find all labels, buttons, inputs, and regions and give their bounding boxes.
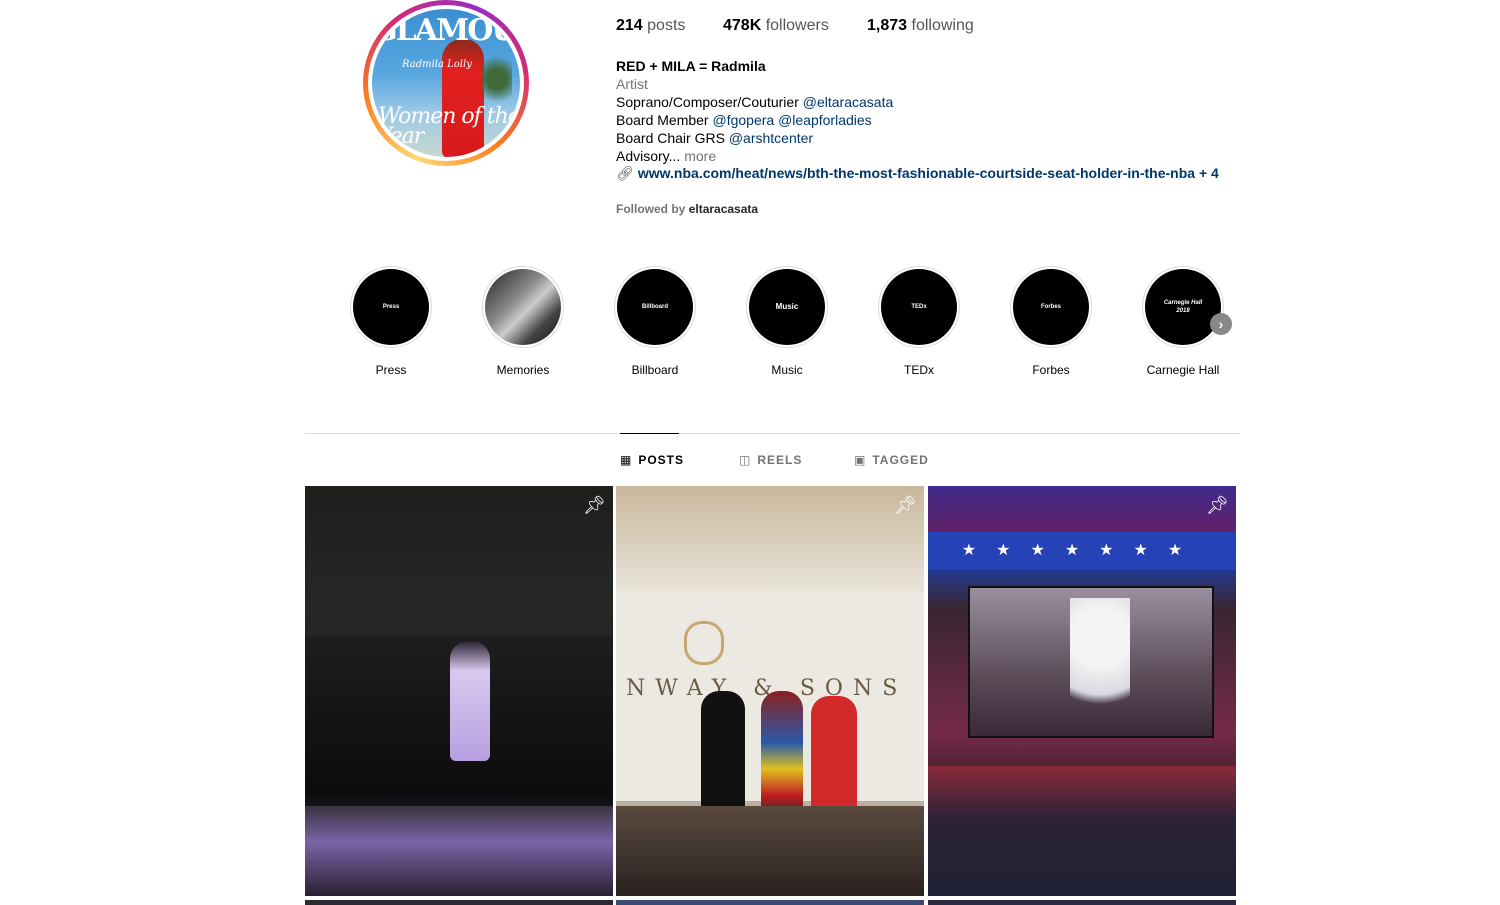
tagged-icon: ▣ bbox=[854, 453, 867, 467]
highlight-label: Memories bbox=[496, 363, 550, 377]
post-tile[interactable] bbox=[616, 900, 924, 905]
post-performer bbox=[1070, 598, 1130, 728]
highlight-ring: Carnegie Hall 2018 bbox=[1142, 266, 1224, 348]
profile-link[interactable]: 🔗︎ www.nba.com/heat/news/bth-the-most-fa… bbox=[616, 165, 1219, 182]
post-performer bbox=[701, 691, 745, 821]
bio-line-1: Soprano/Composer/Couturier @eltaracasata bbox=[616, 93, 893, 111]
profile-link-url[interactable]: www.nba.com/heat/news/bth-the-most-fashi… bbox=[638, 165, 1195, 181]
post-tile[interactable]: 📌︎ bbox=[305, 486, 613, 896]
highlight-cover: Music bbox=[749, 269, 825, 345]
followers-label: followers bbox=[765, 17, 829, 34]
bio-mention-arshtcenter[interactable]: @arshtcenter bbox=[729, 130, 813, 146]
posts-count-value: 214 bbox=[616, 17, 643, 34]
bio-mention-fgopera[interactable]: @fgopera bbox=[712, 112, 774, 128]
highlight-label: Billboard bbox=[631, 363, 679, 377]
grid-icon: ▦ bbox=[620, 453, 633, 467]
reels-icon: ◫ bbox=[739, 453, 752, 467]
post-tile[interactable]: ★★★★★★★ 📌︎ bbox=[928, 486, 1236, 896]
post-tile[interactable] bbox=[305, 900, 613, 905]
followed-by[interactable]: Followed by eltaracasata bbox=[616, 202, 758, 216]
bio-line-3: Board Chair GRS @arshtcenter bbox=[616, 129, 813, 147]
avatar-border: GLAMOUR Radmila Lolly Women of the Year bbox=[368, 5, 524, 161]
tabs-divider bbox=[305, 433, 1240, 434]
avatar[interactable]: GLAMOUR Radmila Lolly Women of the Year bbox=[372, 9, 520, 157]
highlight-ring: Music bbox=[746, 266, 828, 348]
highlight-label: TEDx bbox=[904, 363, 934, 377]
posts-count: 214 posts bbox=[616, 17, 685, 35]
tab-posts-label: POSTS bbox=[638, 453, 685, 467]
avatar-cover-headline: Women of the Year bbox=[378, 104, 520, 149]
avatar-cover-title: GLAMOUR bbox=[372, 13, 520, 48]
pin-icon: 📌︎ bbox=[894, 495, 917, 515]
post-tile[interactable]: NWAY & SONS 📌︎ bbox=[616, 486, 924, 896]
highlight-ring: Forbes bbox=[1010, 266, 1092, 348]
tab-tagged-label: TAGGED bbox=[872, 453, 929, 467]
following-label: following bbox=[911, 17, 974, 34]
highlight-press[interactable]: Press Press bbox=[350, 266, 432, 377]
highlight-billboard[interactable]: Billboard Billboard bbox=[614, 266, 696, 377]
chevron-right-icon: › bbox=[1218, 316, 1224, 332]
highlights-next-button[interactable]: › bbox=[1210, 313, 1232, 335]
bio-line-4: Advisory... more bbox=[616, 147, 716, 165]
profile-category: Artist bbox=[616, 76, 648, 92]
tab-reels-label: REELS bbox=[757, 453, 803, 467]
profile-link-extra[interactable]: + 4 bbox=[1199, 165, 1219, 181]
bio-line-3-text: Board Chair GRS bbox=[616, 130, 725, 146]
post-performer bbox=[811, 696, 857, 821]
link-icon: 🔗︎ bbox=[616, 165, 634, 181]
highlight-music[interactable]: Music Music bbox=[746, 266, 828, 377]
post-arena-crowd bbox=[928, 766, 1236, 896]
profile-avatar-ring[interactable]: GLAMOUR Radmila Lolly Women of the Year bbox=[363, 0, 529, 166]
highlight-label: Press bbox=[375, 363, 407, 377]
post-jumbotron bbox=[968, 586, 1214, 738]
highlight-cover bbox=[485, 269, 561, 345]
bio-line-2-text: Board Member bbox=[616, 112, 709, 128]
tab-tagged[interactable]: ▣ TAGGED bbox=[854, 453, 929, 467]
highlight-cover: Press bbox=[353, 269, 429, 345]
bio-line-1-text: Soprano/Composer/Couturier bbox=[616, 94, 799, 110]
bio-line-4-text: Advisory... bbox=[616, 148, 681, 164]
post-performer bbox=[450, 641, 490, 761]
highlight-cover: Carnegie Hall 2018 bbox=[1145, 269, 1221, 345]
post-lyre-logo bbox=[684, 621, 724, 665]
post-audience bbox=[616, 806, 924, 896]
highlight-tedx[interactable]: TEDx TEDx bbox=[878, 266, 960, 377]
highlight-ring: TEDx bbox=[878, 266, 960, 348]
bio-mention-eltaracasata[interactable]: @eltaracasata bbox=[803, 94, 893, 110]
highlight-ring: Press bbox=[350, 266, 432, 348]
highlight-label: Carnegie Hall bbox=[1146, 363, 1220, 377]
avatar-palm bbox=[482, 49, 512, 109]
following-link[interactable]: 1,873 following bbox=[867, 17, 974, 35]
pin-icon: 📌︎ bbox=[1206, 495, 1229, 515]
highlight-ring bbox=[482, 266, 564, 348]
post-tile[interactable] bbox=[928, 900, 1236, 905]
followed-by-user[interactable]: eltaracasata bbox=[689, 202, 758, 216]
highlight-label: Music bbox=[771, 363, 803, 377]
followed-by-label: Followed by bbox=[616, 202, 686, 216]
tab-reels[interactable]: ◫ REELS bbox=[739, 453, 802, 467]
post-floor bbox=[305, 806, 613, 896]
highlight-ring: Billboard bbox=[614, 266, 696, 348]
followers-count-value: 478K bbox=[723, 17, 762, 34]
pin-icon: 📌︎ bbox=[583, 495, 606, 515]
post-star-banner: ★★★★★★★ bbox=[928, 532, 1236, 570]
highlight-memories[interactable]: Memories bbox=[482, 266, 564, 377]
highlight-cover: Forbes bbox=[1013, 269, 1089, 345]
following-count-value: 1,873 bbox=[867, 17, 908, 34]
highlight-label: Forbes bbox=[1032, 363, 1070, 377]
highlight-cover: Billboard bbox=[617, 269, 693, 345]
profile-name: RED + MILA = Radmila bbox=[616, 58, 766, 74]
highlight-carnegie-hall[interactable]: Carnegie Hall 2018 Carnegie Hall bbox=[1142, 266, 1224, 377]
highlight-cover: TEDx bbox=[881, 269, 957, 345]
bio-more-button[interactable]: more bbox=[684, 148, 716, 164]
posts-count-label: posts bbox=[647, 17, 686, 34]
highlight-forbes[interactable]: Forbes Forbes bbox=[1010, 266, 1092, 377]
bio-line-2: Board Member @fgopera @leapforladies bbox=[616, 111, 872, 129]
followers-link[interactable]: 478K followers bbox=[723, 17, 829, 35]
tab-posts[interactable]: ▦ POSTS bbox=[620, 453, 684, 467]
avatar-cover-name: Radmila Lolly bbox=[402, 59, 472, 70]
active-tab-indicator bbox=[620, 433, 679, 434]
post-performer bbox=[761, 691, 803, 821]
bio-mention-leapforladies[interactable]: @leapforladies bbox=[778, 112, 872, 128]
